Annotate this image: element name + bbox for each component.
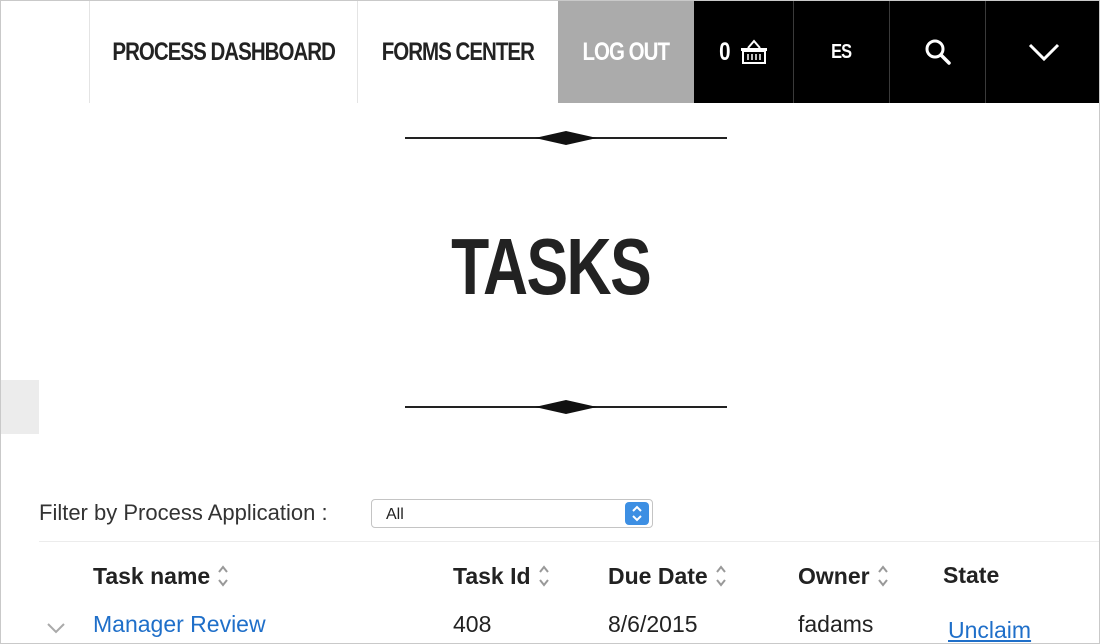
sort-icon xyxy=(877,565,888,587)
search-button[interactable] xyxy=(890,1,986,103)
chevron-down-icon[interactable] xyxy=(45,621,67,635)
side-panel-handle[interactable] xyxy=(1,380,39,434)
column-header-owner[interactable]: Owner xyxy=(798,562,890,590)
column-header-due-date[interactable]: Due Date xyxy=(608,562,728,590)
page-title: TASKS xyxy=(1,221,1099,313)
column-header-label: State xyxy=(943,562,1000,588)
cart-button[interactable]: 0 xyxy=(694,1,794,103)
sort-icon xyxy=(715,565,726,587)
nav-process-dashboard[interactable]: PROCESS DASHBOARD xyxy=(90,1,358,103)
search-icon xyxy=(925,39,951,65)
column-header-label: Task name xyxy=(93,562,211,589)
title-divider-bottom xyxy=(405,400,727,414)
column-header-state: State xyxy=(943,562,999,589)
page-title-text: TASKS xyxy=(451,222,652,311)
filter-label: Filter by Process Application : xyxy=(39,500,328,525)
process-application-select[interactable]: All xyxy=(371,499,653,528)
column-header-label: Due Date xyxy=(608,562,708,589)
more-menu-button[interactable] xyxy=(986,1,1099,103)
column-header-task-id[interactable]: Task Id xyxy=(453,562,551,590)
language-label: ES xyxy=(831,40,853,63)
sort-icon xyxy=(538,565,549,587)
task-name-link[interactable]: Manager Review xyxy=(93,611,266,638)
language-button[interactable]: ES xyxy=(794,1,890,103)
select-arrows-icon xyxy=(625,502,649,525)
chevron-down-icon xyxy=(1028,43,1059,62)
sort-icon xyxy=(218,565,228,587)
nav-forms-center[interactable]: FORMS CENTER xyxy=(358,1,558,103)
nav-spacer xyxy=(1,1,90,103)
top-navigation: PROCESS DASHBOARD FORMS CENTER LOG OUT 0… xyxy=(1,1,1099,103)
cart-count: 0 xyxy=(719,37,730,66)
logout-button[interactable]: LOG OUT xyxy=(558,1,694,103)
unclaim-link[interactable]: Unclaim xyxy=(948,617,1031,643)
task-id-cell: 408 xyxy=(453,611,492,637)
table-top-rule xyxy=(39,541,1099,542)
nav-forms-center-label: FORMS CENTER xyxy=(381,37,535,66)
basket-icon xyxy=(740,39,767,64)
logout-label: LOG OUT xyxy=(582,37,670,66)
column-header-label: Task Id xyxy=(453,562,531,589)
process-application-selected: All xyxy=(386,506,404,523)
owner-cell: fadams xyxy=(798,611,874,637)
title-divider-top xyxy=(405,131,727,145)
nav-process-dashboard-label: PROCESS DASHBOARD xyxy=(112,37,335,66)
due-date-cell: 8/6/2015 xyxy=(608,611,698,637)
column-header-label: Owner xyxy=(798,562,870,589)
column-header-task-name[interactable]: Task name xyxy=(93,562,230,590)
app-window: PROCESS DASHBOARD FORMS CENTER LOG OUT 0… xyxy=(0,0,1100,644)
